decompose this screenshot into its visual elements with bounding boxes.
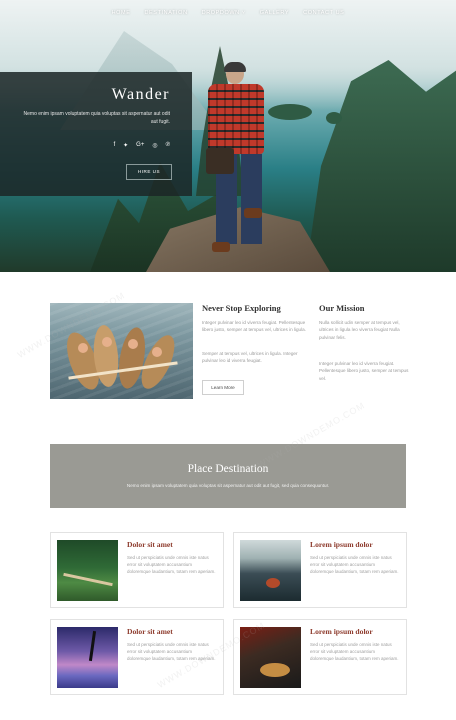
hero-intro-panel: Wander Nemo enim ipsam voluptatem quia v… (0, 72, 192, 196)
destination-card[interactable]: Lorem ipsum dolor Sed ut perspiciatis un… (233, 619, 407, 695)
kayaker (78, 343, 88, 353)
card-title: Dolor sit amet (127, 540, 173, 549)
nav-home[interactable]: HOME (112, 6, 131, 20)
card-text: Sed ut perspiciatis unde omnis iste natu… (127, 642, 216, 661)
banner-title: Place Destination (187, 463, 269, 475)
hiker-shirt (208, 84, 264, 154)
learn-more-button[interactable]: Learn More (202, 380, 244, 395)
kayak-group-photo (50, 303, 193, 399)
hero-description: Nemo enim ipsam voluptatem quia voluptas… (23, 111, 170, 125)
card-text: Sed ut perspiciatis unde omnis iste natu… (310, 642, 399, 661)
exploring-title: Never Stop Exploring (202, 303, 281, 313)
facebook-icon[interactable]: f (113, 142, 115, 149)
destination-card[interactable]: Lorem ipsum dolor Sed ut perspiciatis un… (233, 532, 407, 608)
nav-gallery[interactable]: GALLERY (260, 6, 289, 20)
card-title: Lorem ipsum dolor (310, 627, 373, 636)
destination-card[interactable]: Dolor sit amet Sed ut perspiciatis unde … (50, 619, 224, 695)
kayaker (102, 337, 112, 347)
card-image-sunset (57, 627, 118, 688)
instagram-icon[interactable]: ◎ (152, 142, 157, 149)
nav-destination[interactable]: DESTINATION (144, 6, 187, 20)
twitter-icon[interactable]: ✦ (123, 142, 128, 149)
google-plus-icon[interactable]: G+ (136, 142, 144, 149)
hero-island (268, 104, 312, 120)
hero-section: HOME DESTINATION DROPDOWN ˅ GALLERY CONT… (0, 0, 456, 272)
nav-dropdown[interactable]: DROPDOWN ˅ (202, 6, 246, 20)
social-links: f ✦ G+ ◎ ℗ (113, 142, 170, 149)
exploring-text-2: Semper at tempus vel, ultrices in ligula… (202, 351, 298, 364)
nav-contact-us[interactable]: CONTACT US (303, 6, 344, 20)
banner-subtitle: Nemo enim ipsam voluptatem quia voluptas… (126, 483, 330, 488)
card-image-lake (240, 540, 301, 601)
hero-hiker (200, 62, 270, 262)
main-nav: HOME DESTINATION DROPDOWN ˅ GALLERY CONT… (0, 6, 456, 20)
hiker-boot (212, 242, 230, 252)
card-title: Dolor sit amet (127, 627, 173, 636)
card-image-jungle (57, 540, 118, 601)
destination-card[interactable]: Dolor sit amet Sed ut perspiciatis unde … (50, 532, 224, 608)
hiker-bag (206, 148, 234, 174)
kayaker (128, 339, 138, 349)
mission-text-2: Integer pulvinar leo id viverra feugiat.… (319, 361, 409, 381)
mission-text-1: Nulla sollicit udin semper at tempus vel… (319, 320, 400, 340)
mission-title: Our Mission (319, 303, 365, 313)
hire-us-button[interactable]: HIRE US (126, 164, 172, 180)
card-image-kayak (240, 627, 301, 688)
destination-banner: Place Destination Nemo enim ipsam volupt… (50, 444, 406, 508)
card-title: Lorem ipsum dolor (310, 540, 373, 549)
pinterest-icon[interactable]: ℗ (166, 142, 170, 149)
kayaker (152, 347, 162, 357)
exploring-text-1: Integer pulvinar leo id viverra feugiat.… (202, 320, 306, 333)
card-text: Sed ut perspiciatis unde omnis iste natu… (310, 555, 399, 574)
hero-title: Wander (111, 86, 170, 103)
hero-island-small (326, 112, 342, 124)
hiker-boot (244, 208, 262, 218)
hiker-hat (224, 62, 246, 72)
card-text: Sed ut perspiciatis unde omnis iste natu… (127, 555, 216, 574)
